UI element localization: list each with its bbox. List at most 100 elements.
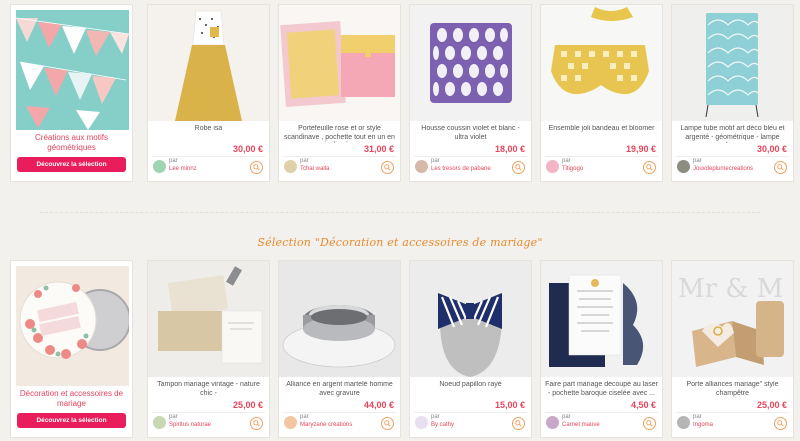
shop-name-link[interactable]: Jouvdeplumecreations	[693, 166, 753, 172]
product-title[interactable]: Lampe tube motif art déco bleu et argent…	[676, 125, 789, 143]
promo-card-geometric[interactable]: Créations aux motifs géométriques Découv…	[10, 4, 133, 182]
divider	[545, 412, 658, 413]
shop-avatar[interactable]	[153, 416, 166, 429]
zoom-button[interactable]	[512, 417, 525, 430]
product-price: 44,00 €	[363, 400, 394, 410]
shop-name-link[interactable]: Tchai walla	[300, 166, 329, 172]
divider	[414, 412, 527, 413]
shop-avatar[interactable]	[153, 160, 166, 173]
zoom-button[interactable]	[381, 417, 394, 430]
product-title[interactable]: Porte alliances mariage" style champêtre	[676, 381, 789, 399]
zoom-button[interactable]	[381, 161, 394, 174]
shop-name-link[interactable]: Les tresors de pabane	[431, 166, 491, 172]
pink-wallet-image[interactable]	[279, 5, 400, 121]
product-row-wedding: Décoration et accessoires de mariage Déc…	[0, 260, 800, 438]
product-card[interactable]: Alliance en argent martelé homme avec gr…	[278, 260, 401, 438]
shop-name-link[interactable]: Lee minnz	[169, 166, 197, 172]
product-title[interactable]: Tampon mariage vintage - nature chic -	[152, 381, 265, 399]
divider	[414, 156, 527, 157]
product-title[interactable]: Robe isa	[152, 125, 265, 143]
ring-box-image[interactable]: Mr & M	[672, 261, 793, 377]
magnifier-icon	[646, 164, 653, 171]
shop-name-link[interactable]: Ingoma	[693, 422, 713, 428]
promo-title[interactable]: Décoration et accessoires de mariage	[15, 389, 128, 408]
shop-avatar[interactable]	[284, 160, 297, 173]
product-title[interactable]: Housse coussin violet et blanc - ultra v…	[414, 125, 527, 143]
product-card[interactable]: Noeud papillon rayé 15,00 € par By cathy	[409, 260, 532, 438]
promo-card-wedding[interactable]: Décoration et accessoires de mariage Déc…	[10, 260, 133, 438]
product-price: 19,90 €	[625, 144, 656, 154]
violet-cushion-image[interactable]	[410, 5, 531, 121]
divider	[283, 412, 396, 413]
wedding-invitation-image[interactable]	[541, 261, 662, 377]
by-label: par	[431, 414, 440, 420]
mirror-badge-image[interactable]	[16, 266, 129, 386]
art-deco-lamp-image[interactable]	[672, 5, 793, 121]
product-card[interactable]: Housse coussin violet et blanc - ultra v…	[409, 4, 532, 182]
promo-title[interactable]: Créations aux motifs géométriques	[15, 133, 128, 152]
product-card[interactable]: Mr & M Porte alliances mariage" style ch…	[671, 260, 794, 438]
by-label: par	[431, 158, 440, 164]
product-price: 15,00 €	[494, 400, 525, 410]
section-title: Sélection "Décoration et accessoires de …	[257, 236, 543, 249]
product-title[interactable]: Faire part mariage découpé au laser - po…	[545, 381, 658, 399]
geometric-bunting-image[interactable]	[16, 10, 129, 130]
product-card[interactable]: Faire part mariage découpé au laser - po…	[540, 260, 663, 438]
by-label: par	[169, 414, 178, 420]
shop-name-link[interactable]: Maryzane créations	[300, 422, 352, 428]
product-title[interactable]: Noeud papillon rayé	[414, 381, 527, 399]
zoom-button[interactable]	[643, 417, 656, 430]
by-label: par	[693, 414, 702, 420]
shop-name-link[interactable]: By cathy	[431, 422, 454, 428]
discover-selection-button[interactable]: Découvrez la sélection	[17, 413, 126, 428]
magnifier-icon	[777, 164, 784, 171]
product-price: 25,00 €	[756, 400, 787, 410]
product-card[interactable]: Portefeuille rose et or style scandinave…	[278, 4, 401, 182]
product-card[interactable]: Ensemble joli bandeau et bloomer 19,90 €…	[540, 4, 663, 182]
shop-name-link[interactable]: Carnet mauve	[562, 422, 600, 428]
magnifier-icon	[253, 420, 260, 427]
product-card[interactable]: Tampon mariage vintage - nature chic - 2…	[147, 260, 270, 438]
divider	[676, 156, 789, 157]
product-price: 31,00 €	[363, 144, 394, 154]
magnifier-icon	[384, 420, 391, 427]
product-price: 18,00 €	[494, 144, 525, 154]
shop-avatar[interactable]	[415, 416, 428, 429]
by-label: par	[562, 414, 571, 420]
magnifier-icon	[384, 164, 391, 171]
silver-ring-image[interactable]	[279, 261, 400, 377]
yellow-bloomer-image[interactable]	[541, 5, 662, 121]
zoom-button[interactable]	[250, 161, 263, 174]
product-title[interactable]: Ensemble joli bandeau et bloomer	[545, 125, 658, 143]
magnifier-icon	[646, 420, 653, 427]
zoom-button[interactable]	[774, 161, 787, 174]
zoom-button[interactable]	[512, 161, 525, 174]
discover-selection-button[interactable]: Découvrez la sélection	[17, 157, 126, 172]
shop-avatar[interactable]	[415, 160, 428, 173]
zoom-button[interactable]	[774, 417, 787, 430]
bow-tie-image[interactable]	[410, 261, 531, 377]
yellow-dress-image[interactable]	[148, 5, 269, 121]
shop-avatar[interactable]	[546, 160, 559, 173]
zoom-button[interactable]	[250, 417, 263, 430]
shop-avatar[interactable]	[677, 416, 690, 429]
magnifier-icon	[777, 420, 784, 427]
product-title[interactable]: Portefeuille rose et or style scandinave…	[283, 125, 396, 143]
product-card[interactable]: Robe isa 30,00 € par Lee minnz	[147, 4, 270, 182]
product-price: 30,00 €	[232, 144, 263, 154]
product-card[interactable]: Lampe tube motif art déco bleu et argent…	[671, 4, 794, 182]
shop-name-link[interactable]: Spiritus naturae	[169, 422, 211, 428]
product-price: 25,00 €	[232, 400, 263, 410]
magnifier-icon	[253, 164, 260, 171]
shop-avatar[interactable]	[284, 416, 297, 429]
shop-name-link[interactable]: Titigogo	[562, 166, 583, 172]
shop-avatar[interactable]	[677, 160, 690, 173]
divider	[676, 412, 789, 413]
magnifier-icon	[515, 420, 522, 427]
shop-avatar[interactable]	[546, 416, 559, 429]
by-label: par	[562, 158, 571, 164]
wedding-stamp-image[interactable]	[148, 261, 269, 377]
product-title[interactable]: Alliance en argent martelé homme avec gr…	[283, 381, 396, 399]
product-price: 4,50 €	[630, 400, 656, 410]
zoom-button[interactable]	[643, 161, 656, 174]
